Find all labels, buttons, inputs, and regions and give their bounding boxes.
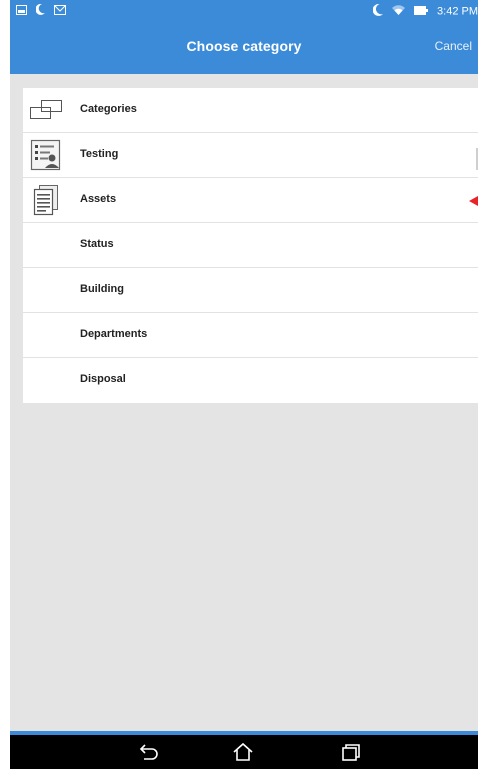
wifi-icon — [391, 4, 405, 19]
list-item-label: Categories — [80, 103, 137, 115]
navigation-bar — [10, 735, 478, 769]
status-left-icons — [16, 3, 72, 18]
list-item-label: Departments — [80, 328, 148, 340]
cancel-button[interactable]: Cancel — [435, 39, 472, 53]
list-item-categories[interactable]: Categories — [23, 88, 478, 133]
assets-icon — [29, 184, 63, 216]
testing-icon — [29, 139, 63, 171]
moon-icon — [35, 3, 46, 18]
list-item-testing[interactable]: Testing — [23, 133, 478, 178]
category-list: Categories Testing Assets Status Buildin… — [23, 88, 478, 403]
list-item-label: Building — [80, 283, 124, 295]
home-icon[interactable] — [232, 742, 254, 762]
list-item-departments[interactable]: Departments — [23, 313, 478, 358]
status-bar: 3:42 PM — [10, 0, 478, 22]
selection-marker — [469, 196, 478, 206]
list-item-label: Disposal — [80, 373, 126, 385]
image-notification-icon — [16, 4, 27, 18]
battery-icon — [413, 5, 428, 18]
mail-icon — [54, 4, 67, 18]
list-item-building[interactable]: Building — [23, 268, 478, 313]
list-item-assets[interactable]: Assets — [23, 178, 478, 223]
list-item-label: Status — [80, 238, 114, 250]
list-item-label: Testing — [80, 148, 119, 160]
action-bar: Choose category Cancel — [10, 22, 478, 74]
categories-icon — [29, 94, 63, 126]
list-item-disposal[interactable]: Disposal — [23, 358, 478, 403]
moon-icon — [372, 3, 383, 19]
back-icon[interactable] — [138, 742, 160, 762]
list-item-label: Assets — [80, 193, 117, 205]
recent-apps-icon[interactable] — [340, 742, 362, 762]
status-right-icons: 3:42 PM — [372, 3, 478, 19]
page-title: Choose category — [186, 38, 302, 54]
app-screen: 3:42 PM Choose category Cancel Categorie… — [10, 0, 478, 769]
list-item-status[interactable]: Status — [23, 223, 478, 268]
status-time: 3:42 PM — [437, 5, 478, 18]
